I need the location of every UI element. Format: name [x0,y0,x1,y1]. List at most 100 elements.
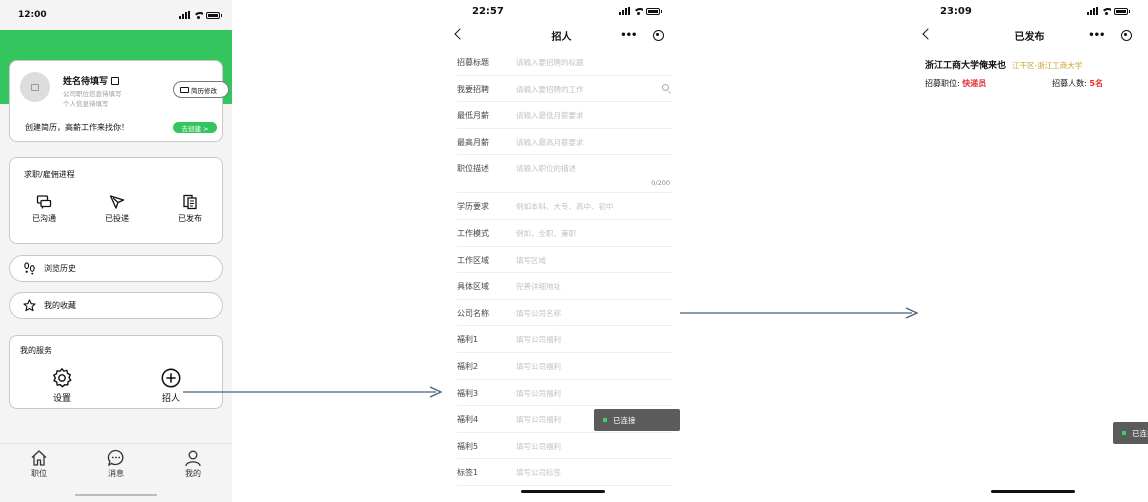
progress-card: 求职/雇佣进程 已沟通 已投递 已发布 [9,157,223,244]
user-icon [185,450,201,467]
wifi-icon [633,7,643,15]
status-icons [1087,7,1130,15]
field-label: 福利3 [457,388,479,398]
progress-item-label: 已沟通 [32,214,56,223]
work-mode-input[interactable]: 例如，全职、兼职 [516,228,576,239]
battery-icon [206,11,222,19]
status-icons [619,7,662,15]
resume-edit-button[interactable]: 简历修改 [173,81,229,98]
services-title: 我的服务 [20,346,52,355]
search-icon[interactable] [662,83,669,91]
form-row-max-salary: 最高月薪 请输入最高月薪要求 [457,129,672,156]
field-label: 工作模式 [457,228,489,238]
profile-name[interactable]: 姓名待填写 [63,74,120,87]
education-input[interactable]: 例如本科、大专、高中、初中 [516,201,614,212]
more-icon[interactable]: ••• [620,30,637,41]
tab-messages[interactable]: 消息 [96,449,136,479]
progress-item-published[interactable]: 已发布 [170,194,210,224]
service-settings[interactable]: 设置 [40,367,84,404]
field-label: 我要招聘 [457,84,489,94]
miniprogram-capsule: ••• [612,26,672,44]
status-bar: 12:00 [0,0,232,30]
service-recruit[interactable]: 招人 [149,367,193,404]
form-row-education: 学历要求 例如本科、大专、高中、初中 [457,193,672,220]
field-label: 学历要求 [457,202,489,212]
benefit-input[interactable]: 填写公司福利 [516,334,561,345]
benefit-input[interactable]: 填写公司福利 [516,414,561,425]
profile-company-info: 公司职位信息待填写 [63,90,122,98]
connection-toast: 已连接 [1113,422,1148,444]
title-input[interactable]: 请输入要招聘的标题 [516,57,584,68]
service-recruit-label: 招人 [161,394,180,404]
form-row-work-mode: 工作模式 例如，全职、兼职 [457,220,672,247]
field-label: 福利1 [457,335,479,345]
miniprogram-capsule: ••• [1080,26,1140,44]
benefit-input[interactable]: 填写公司福利 [516,361,561,372]
job-count: 招募人数: 5名 [1052,78,1103,89]
signal-icon [619,7,630,15]
nav-bar: 已发布 ••• [911,22,1148,48]
create-resume-prompt: 创建简历，高薪工作来找你！ [25,123,129,132]
favorites-row[interactable]: 我的收藏 [9,292,223,319]
published-screen: 23:09 已发布 ••• 浙江工商大学俺来也 江干区-浙江工商大学 招募职位:… [911,0,1148,502]
signal-icon [179,11,190,19]
home-icon [31,450,47,466]
address-input[interactable]: 完善详细地址 [516,281,561,292]
service-settings-label: 设置 [52,394,71,404]
profile-screen: 12:00 姓名待填写 公司职位信息待填写 个人信息待填写 简历修改 创建简历，… [0,0,232,502]
benefit-input[interactable]: 填写公司福利 [516,441,561,452]
avatar[interactable] [20,72,50,102]
job-header: 浙江工商大学俺来也 江干区-浙江工商大学 [925,58,1135,71]
area-input[interactable]: 填写区域 [516,255,546,266]
page-title: 已发布 [1014,31,1045,43]
profile-name-text: 姓名待填写 [63,77,109,87]
favorites-label: 我的收藏 [44,301,76,310]
progress-item-contacted[interactable]: 已沟通 [24,194,64,224]
published-job-item[interactable]: 浙江工商大学俺来也 江干区-浙江工商大学 招募职位: 快递员 招募人数: 5名 [925,58,1135,89]
browse-history-row[interactable]: 浏览历史 [9,255,223,282]
description-textarea[interactable]: 请输入职位的描述 [516,163,576,174]
char-counter: 0/200 [651,179,670,188]
benefit-input[interactable]: 填写公司福利 [516,388,561,399]
min-salary-input[interactable]: 请输入最低月薪要求 [516,110,584,121]
home-indicator [521,490,605,493]
form-row-description: 职位描述 请输入职位的描述 0/200 [457,155,672,194]
form-row-area: 工作区域 填写区域 [457,247,672,274]
more-icon[interactable]: ••• [1088,30,1105,41]
tag-input[interactable]: 填写公司标签 [516,467,561,478]
create-resume-button[interactable]: 去创建 > [173,122,217,133]
close-target-icon[interactable] [652,29,664,41]
field-label: 招募标题 [457,58,489,67]
back-icon[interactable] [922,28,934,40]
status-bar: 22:57 [443,0,680,22]
connection-toast: 已连接 [594,409,680,431]
document-icon [183,194,197,210]
max-salary-input[interactable]: 请输入最高月薪要求 [516,137,584,148]
send-icon [109,195,125,209]
resume-edit-label: 简历修改 [191,86,217,95]
progress-item-delivered[interactable]: 已投递 [97,194,137,224]
back-icon[interactable] [454,28,466,40]
briefcase-icon [180,86,189,93]
company-input[interactable]: 填写公司名称 [516,308,561,319]
wifi-icon [1101,7,1111,15]
job-input[interactable]: 请输入要招聘的工作 [516,84,584,95]
form-row-benefit-5: 福利5 填写公司福利 [457,433,672,460]
job-details: 招募职位: 快递员 招募人数: 5名 [925,78,1135,89]
close-target-icon[interactable] [1120,29,1132,41]
job-position: 招募职位: 快递员 [925,78,986,89]
browse-history-label: 浏览历史 [44,264,76,273]
tab-mine[interactable]: 我的 [173,449,213,479]
edit-icon[interactable] [111,76,120,85]
status-icons [179,11,222,19]
job-location: 江干区-浙江工商大学 [1012,61,1083,70]
job-count-label: 招募人数: [1052,79,1087,88]
field-label: 福利5 [457,441,479,451]
profile-personal-info: 个人信息待填写 [63,100,109,108]
connected-dot-icon [603,418,607,422]
form-row-job: 我要招聘 请输入要招聘的工作 [457,76,672,103]
gear-icon [53,368,72,388]
tab-jobs[interactable]: 职位 [19,449,59,479]
battery-icon [1114,7,1130,15]
field-label: 福利4 [457,415,479,425]
